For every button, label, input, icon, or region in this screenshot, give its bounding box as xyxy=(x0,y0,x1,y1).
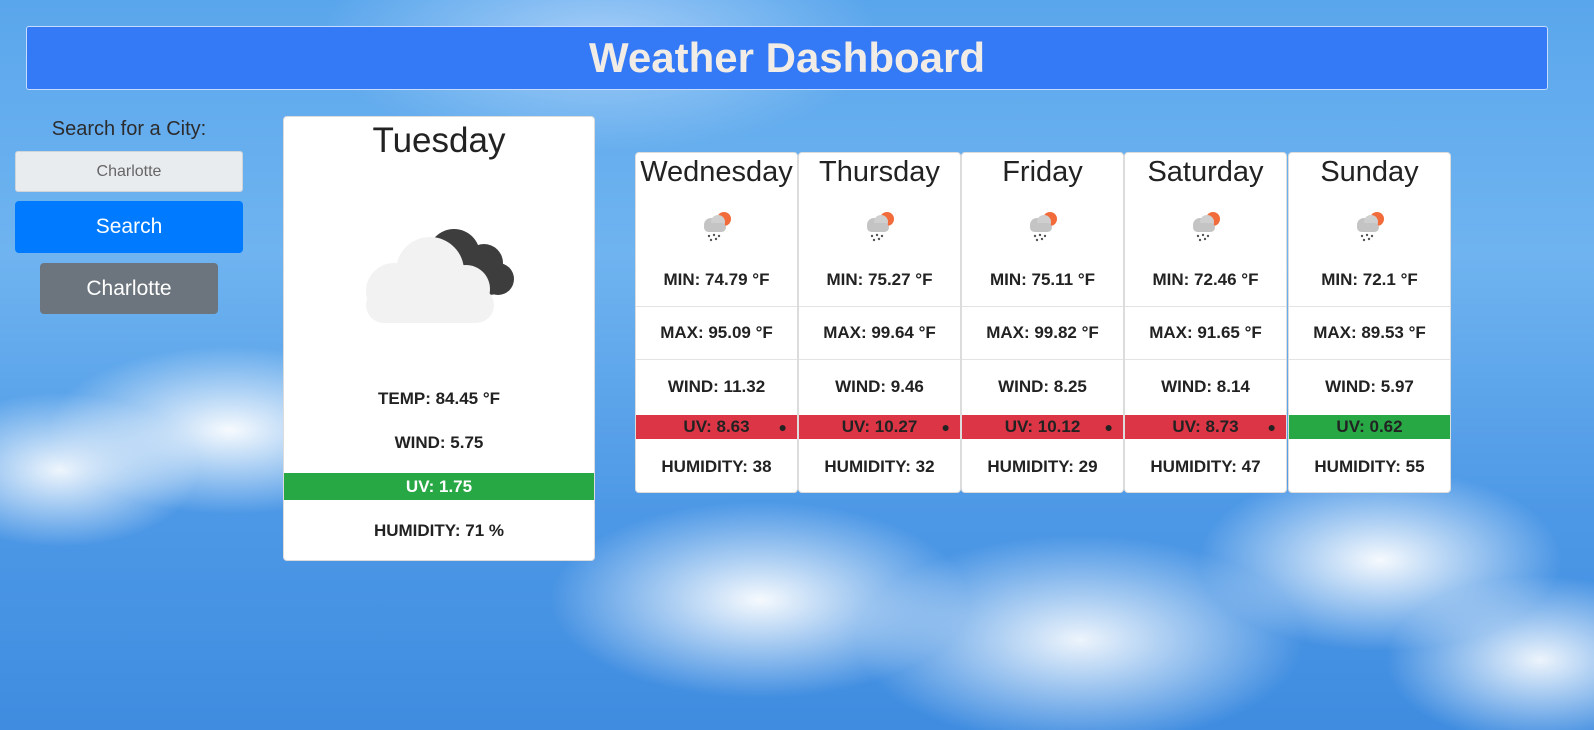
uv-dot-icon: ● xyxy=(1104,419,1113,435)
forecast-min: MIN: 74.79 °F xyxy=(663,270,770,289)
current-day: Tuesday xyxy=(372,121,506,160)
forecast-uv-text: UV: 10.27 xyxy=(841,417,918,436)
forecast-max: MAX: 99.82 °F xyxy=(986,323,1099,342)
current-weather-card: Tuesday TEMP: 84.45 °F WIND: 5.75 UV: 1.… xyxy=(283,116,595,561)
current-wind: WIND: 5.75 xyxy=(394,433,484,452)
search-button[interactable]: Search xyxy=(15,201,243,253)
forecast-uv-badge: UV: 10.12 ● xyxy=(962,415,1123,439)
current-uv-badge: UV: 1.75 xyxy=(284,473,594,500)
current-humidity: HUMIDITY: 71 % xyxy=(373,521,505,540)
forecast-humidity: HUMIDITY: 38 xyxy=(661,457,772,476)
page-title: Weather Dashboard xyxy=(589,34,985,81)
forecast-max: MAX: 91.65 °F xyxy=(1149,323,1262,342)
forecast-uv-badge: UV: 8.63 ● xyxy=(636,415,797,439)
forecast-humidity: HUMIDITY: 32 xyxy=(824,457,935,476)
forecast-day: Thursday xyxy=(819,156,940,188)
forecast-wind: WIND: 8.25 xyxy=(998,377,1087,396)
forecast-max: MAX: 89.53 °F xyxy=(1313,323,1426,342)
forecast-min: MIN: 75.11 °F xyxy=(989,270,1096,289)
rain-icon xyxy=(1030,212,1057,242)
city-search-input[interactable] xyxy=(15,151,243,192)
divider xyxy=(636,306,797,307)
rain-icon xyxy=(1193,212,1220,242)
forecast-day: Sunday xyxy=(1320,156,1419,188)
rain-icon xyxy=(1357,212,1384,242)
divider xyxy=(962,306,1123,307)
divider xyxy=(636,359,797,360)
forecast-uv-text: UV: 10.12 xyxy=(1004,417,1081,436)
divider xyxy=(1289,359,1450,360)
forecast-card: Wednesday MIN: 74.79 °F MAX: 95.09 °F WIND:… xyxy=(635,152,798,493)
forecast-wind: WIND: 8.14 xyxy=(1161,377,1250,396)
forecast-card: Sunday MIN: 72.1 °F MAX: 89.53 °F WIND: 5.9… xyxy=(1288,152,1451,493)
divider xyxy=(799,306,960,307)
page-header: Weather Dashboard xyxy=(26,26,1548,90)
forecast-humidity: HUMIDITY: 29 xyxy=(987,457,1098,476)
uv-dot-icon: ● xyxy=(1267,419,1276,435)
search-label: Search for a City: xyxy=(51,118,207,140)
divider xyxy=(1125,306,1286,307)
forecast-uv-badge: UV: 0.62 xyxy=(1289,415,1450,439)
forecast-card: Saturday MIN: 72.46 °F MAX: 91.65 °F WIND: … xyxy=(1124,152,1287,493)
uv-dot-icon: ● xyxy=(941,419,950,435)
forecast-card: Thursday MIN: 75.27 °F MAX: 99.64 °F WIND: … xyxy=(798,152,961,493)
forecast-max: MAX: 95.09 °F xyxy=(660,323,773,342)
rain-icon xyxy=(867,212,894,242)
cloudy-icon xyxy=(366,229,514,323)
forecast-day: Wednesday xyxy=(640,156,793,188)
divider xyxy=(962,359,1123,360)
forecast-wind: WIND: 5.97 xyxy=(1325,377,1414,396)
forecast-day: Friday xyxy=(1002,156,1083,188)
forecast-max: MAX: 99.64 °F xyxy=(823,323,936,342)
forecast-humidity: HUMIDITY: 55 xyxy=(1314,457,1425,476)
forecast-uv-text: UV: 0.62 xyxy=(1336,417,1403,436)
divider xyxy=(799,359,960,360)
divider xyxy=(1289,306,1450,307)
divider xyxy=(1125,359,1286,360)
forecast-uv-badge: UV: 8.73 ● xyxy=(1125,415,1286,439)
forecast-min: MIN: 75.27 °F xyxy=(826,270,933,289)
current-temp: TEMP: 84.45 °F xyxy=(377,389,501,408)
forecast-humidity: HUMIDITY: 47 xyxy=(1150,457,1261,476)
uv-dot-icon: ● xyxy=(778,419,787,435)
forecast-card: Friday MIN: 75.11 °F MAX: 99.82 °F WIND: 8.… xyxy=(961,152,1124,493)
rain-icon xyxy=(704,212,731,242)
forecast-min: MIN: 72.46 °F xyxy=(1152,270,1259,289)
forecast-uv-text: UV: 8.63 xyxy=(683,417,750,436)
forecast-uv-text: UV: 8.73 xyxy=(1172,417,1239,436)
forecast-uv-badge: UV: 10.27 ● xyxy=(799,415,960,439)
forecast-wind: WIND: 9.46 xyxy=(835,377,924,396)
forecast-day: Saturday xyxy=(1147,156,1264,188)
forecast-wind: WIND: 11.32 xyxy=(667,377,766,396)
history-city-button[interactable]: Charlotte xyxy=(40,263,218,314)
forecast-min: MIN: 72.1 °F xyxy=(1321,270,1418,289)
